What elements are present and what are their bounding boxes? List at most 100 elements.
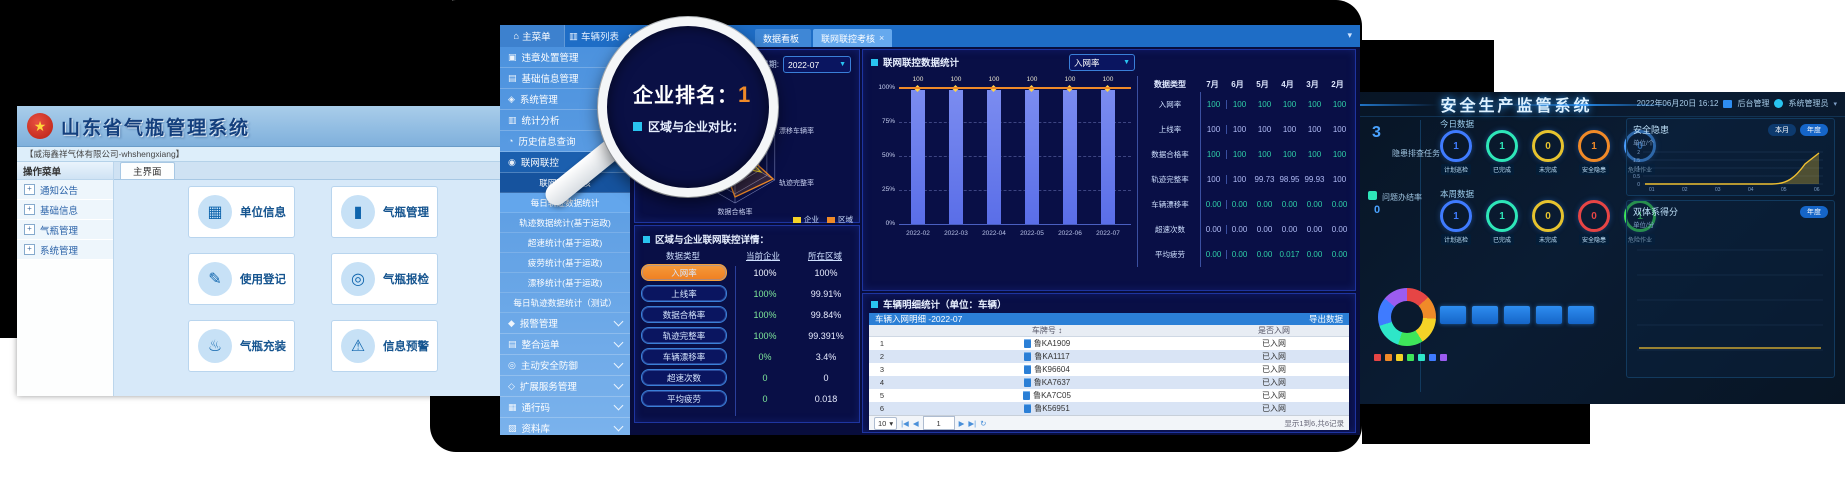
home-tile[interactable]: ♨ 气瓶充装 — [188, 320, 295, 372]
menu-label: 整合运单 — [522, 337, 610, 351]
expand-icon[interactable] — [24, 224, 35, 235]
main-menu-tab[interactable]: ⌂ 主菜单 — [500, 25, 564, 47]
home-tile[interactable]: ◎ 气瓶报检 — [331, 253, 438, 305]
plate-cell: 鲁K96604 — [895, 364, 1199, 375]
sidebar-subitem[interactable]: 轨迹数据统计(基于运政) — [500, 213, 630, 233]
expand-icon[interactable] — [24, 204, 35, 215]
close-icon[interactable]: × — [879, 33, 884, 43]
sidebar-subitem[interactable]: 漂移统计(基于运政) — [500, 273, 630, 293]
home-tile[interactable]: ⚠ 信息预警 — [331, 320, 438, 372]
stat-chip[interactable] — [1536, 306, 1562, 324]
query-date-select[interactable]: 2022-07 ▼ — [783, 56, 851, 73]
sidebar-items: 通知公告 基础信息 气瓶管理 — [17, 180, 113, 260]
metric-button[interactable]: 车辆漂移率 — [641, 348, 727, 365]
export-button[interactable]: 导出数据 — [1309, 313, 1343, 325]
region-value: 99.91% — [797, 289, 855, 299]
metric-button[interactable]: 数据合格率 — [641, 306, 727, 323]
ring-label: 已完成 — [1490, 234, 1514, 245]
rank-value: 1 — [738, 82, 751, 107]
backstage-link[interactable]: 后台管理 — [1737, 98, 1769, 109]
cell: 0.00 — [1227, 225, 1252, 234]
expand-icon[interactable] — [24, 244, 35, 255]
col-region[interactable]: 所在区域 — [795, 250, 855, 262]
sidebar-item[interactable]: ▧ 资料库 — [500, 418, 630, 435]
table-row[interactable]: 6 鲁K56951 已入网 — [869, 402, 1349, 415]
sidebar-item[interactable]: ▦ 通行码 — [500, 397, 630, 418]
table-row[interactable]: 1 鲁KA1909 已入网 — [869, 337, 1349, 350]
caret-down-icon: ▼ — [839, 61, 846, 68]
last-page-button[interactable]: ▶| — [968, 419, 976, 428]
bar — [1063, 90, 1077, 224]
col-company[interactable]: 当前企业 — [731, 250, 795, 262]
metric-button[interactable]: 超速次数 — [641, 369, 727, 386]
cell: 0.00 — [1327, 225, 1352, 234]
sidebar-item[interactable]: ◆ 报警管理 — [500, 313, 630, 334]
col-header: 3月 — [1300, 79, 1325, 90]
stat-chip[interactable] — [1504, 306, 1530, 324]
chevron-down-icon[interactable]: ▾ — [1347, 30, 1352, 41]
bar — [1101, 90, 1115, 224]
home-tile[interactable]: ▦ 单位信息 — [188, 186, 295, 238]
tile-icon: ▦ — [198, 195, 232, 229]
table-row[interactable]: 4 鲁KA7637 已入网 — [869, 376, 1349, 389]
table-row[interactable]: 3 鲁K96604 已入网 — [869, 363, 1349, 376]
col-plate-sort[interactable]: 车牌号 ↕ — [895, 325, 1199, 336]
table-row[interactable]: 5 鲁KA7C05 已入网 — [869, 389, 1349, 402]
cell: 100 — [1327, 100, 1352, 109]
tab-main[interactable]: 主界面 — [120, 162, 175, 179]
svg-text:2: 2 — [1637, 150, 1640, 156]
page-size-select[interactable]: 10 ▾ — [874, 417, 897, 430]
month-button[interactable]: 本月 — [1768, 124, 1796, 136]
sidebar-item[interactable]: 基础信息 — [17, 200, 113, 220]
record-summary: 显示1到6,共6记录 — [1284, 418, 1344, 429]
metric-button[interactable]: 上线率 — [641, 285, 727, 302]
sidebar-subitem[interactable]: 每日轨迹数据统计（测试） — [500, 293, 630, 313]
rank-label: 企业排名： — [633, 85, 738, 107]
col-status[interactable]: 是否入网 — [1199, 325, 1349, 336]
legend-swatch — [1418, 354, 1425, 361]
vehicle-list-tab[interactable]: ▥ 车辆列表 — [564, 25, 623, 47]
metric-button[interactable]: 平均疲劳 — [641, 390, 727, 407]
refresh-icon[interactable]: ↻ — [980, 419, 986, 428]
sidebar-item[interactable]: 通知公告 — [17, 180, 113, 200]
home-tile[interactable]: ✎ 使用登记 — [188, 253, 295, 305]
year-button[interactable]: 年度 — [1800, 206, 1828, 218]
sidebar-item[interactable]: 气瓶管理 — [17, 220, 113, 240]
expand-icon[interactable] — [24, 184, 35, 195]
detail-compare-panel: 区域与企业联网联控详情： 数据类型 当前企业 所在区域 入网率 100% — [634, 225, 860, 423]
sidebar-item[interactable]: ▤ 整合运单 — [500, 334, 630, 355]
stat-chip[interactable] — [1568, 306, 1594, 324]
sidebar-subitem[interactable]: 疲劳统计(基于运政) — [500, 253, 630, 273]
home-tile[interactable]: ▮ 气瓶管理 — [331, 186, 438, 238]
metric-button[interactable]: 入网率 — [641, 264, 727, 281]
bar-group: 100 2022-02 — [899, 88, 937, 224]
metric-select[interactable]: 入网率 ▼ — [1069, 54, 1135, 71]
next-page-button[interactable]: ▶ — [959, 419, 965, 428]
chevron-down-icon[interactable]: ▾ — [1833, 100, 1837, 108]
page-input[interactable] — [923, 416, 955, 430]
prev-page-button[interactable]: ◀ — [913, 419, 919, 428]
page-tab[interactable]: 数据看板 — [755, 29, 811, 47]
sidebar-subitem[interactable]: 超速统计(基于运政) — [500, 233, 630, 253]
sidebar-item[interactable]: ◎ 主动安全防御 — [500, 355, 630, 376]
first-page-button[interactable]: |◀ — [901, 419, 909, 428]
admin-label[interactable]: 系统管理员 — [1788, 98, 1828, 109]
legend-item: 企业 — [793, 214, 819, 225]
page-tab[interactable]: 联网联控考核 × — [813, 29, 892, 47]
svg-text:03: 03 — [1715, 187, 1721, 192]
legend-label: 企业 — [804, 214, 819, 225]
svg-text:01: 01 — [1649, 187, 1655, 192]
bar-value-label: 100 — [1051, 76, 1089, 83]
sidebar-item[interactable]: 系统管理 — [17, 240, 113, 260]
monthly-rows: 入网率 100 100 100 100 100 100 — [1140, 92, 1352, 267]
stat-chip[interactable] — [1472, 306, 1498, 324]
cell: 0.00 — [1201, 225, 1227, 234]
sidebar-item[interactable]: ◇ 扩展服务管理 — [500, 376, 630, 397]
metric-button[interactable]: 轨迹完整率 — [641, 327, 727, 344]
row-label: 平均疲劳 — [1140, 242, 1201, 267]
table-row[interactable]: 2 鲁KA1117 已入网 — [869, 350, 1349, 363]
year-button[interactable]: 年度 — [1800, 124, 1828, 136]
company-value: 100% — [733, 310, 797, 320]
row-index: 4 — [869, 378, 895, 387]
stat-chip[interactable] — [1440, 306, 1466, 324]
